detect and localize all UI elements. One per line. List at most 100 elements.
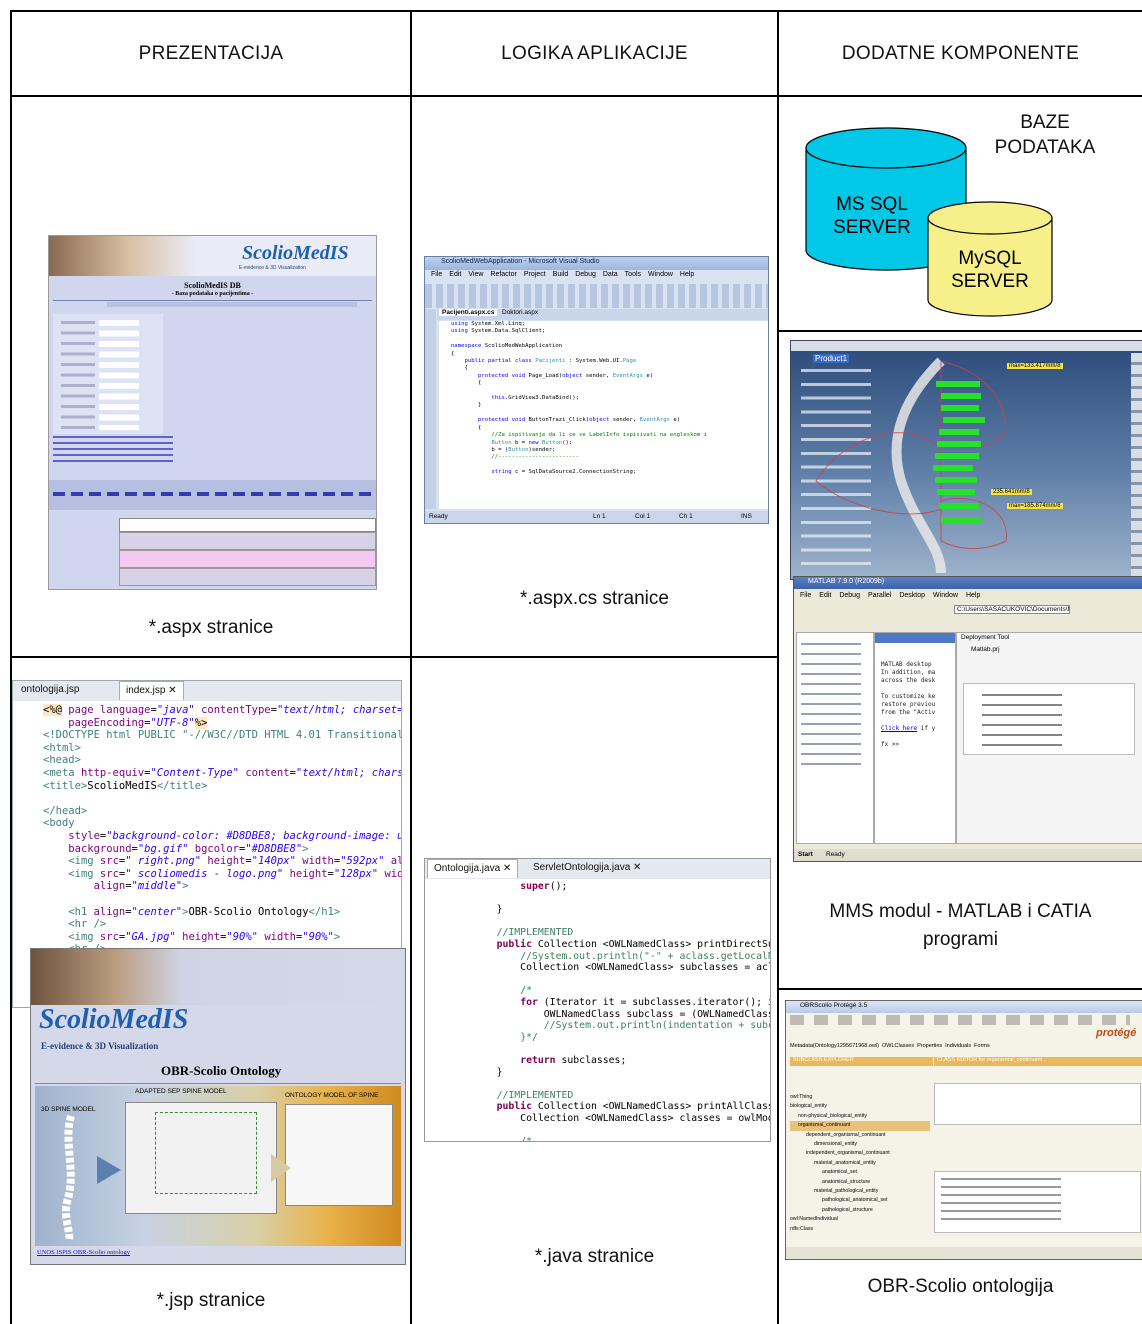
ontology-tree-box: [285, 1104, 393, 1206]
java-tab-servlet[interactable]: ServletOntologija.java ✕: [527, 859, 647, 877]
caption-java: *.java stranice: [534, 1246, 655, 1267]
ontology-logo-sub: E-evidence & 3D Visualization: [41, 1041, 159, 1051]
vs-menu-item-4[interactable]: Project: [524, 271, 546, 282]
protege-tab-0[interactable]: Metadata(Ontology1295671968.owl): [790, 1043, 879, 1053]
caption-mms-line2: programi: [923, 929, 998, 950]
vs-menu-item-3[interactable]: Refactor: [490, 271, 516, 282]
java-tab-ontologija[interactable]: Ontologija.java ✕: [427, 859, 519, 878]
matlab-screenshot: MATLAB 7.9.0 (R2009b) File Edit Debug Paral…: [793, 576, 1142, 862]
mssql-label: MS SQL SERVER: [822, 193, 922, 239]
protege-tree-item[interactable]: dimensional_entity: [790, 1140, 930, 1149]
vs-menu-item-0[interactable]: File: [431, 271, 442, 282]
ontology-diagram-right-label: ONTOLOGY MODEL OF SPINE: [285, 1092, 379, 1099]
vs-menu-item-5[interactable]: Build: [553, 271, 569, 282]
grid-row-divider: [10, 656, 778, 658]
matlab-status-ready: Ready: [826, 851, 845, 858]
protege-tabbar: Metadata(Ontology1295671968.owl) OWLClass…: [790, 1043, 990, 1053]
aspx-table-header-links[interactable]: [53, 492, 371, 496]
java-code: super(); } //IMPLEMENTED public Collecti…: [496, 881, 771, 1142]
grid-col3-divider-a: [778, 330, 1142, 332]
vs-menu-item-6[interactable]: Debug: [575, 271, 596, 282]
protege-tree-item[interactable]: pathological_structure: [790, 1206, 930, 1215]
protege-tree-item[interactable]: independent_organismal_continuant: [790, 1149, 930, 1158]
matlab-menu-item-3[interactable]: Parallel: [868, 592, 891, 599]
protege-tree-item[interactable]: anatomical_set: [790, 1168, 930, 1177]
protege-brand: protégé: [1096, 1027, 1137, 1039]
protege-tree-item[interactable]: owl:NamedIndividual: [790, 1215, 930, 1224]
aspx-grid-row-3: [119, 568, 376, 586]
mysql-label-line2: SERVER: [951, 271, 1029, 292]
aspx-links[interactable]: [53, 436, 173, 466]
vs-menu-item-2[interactable]: View: [468, 271, 483, 282]
jsp-tab-index[interactable]: index.jsp ✕: [119, 681, 184, 700]
vs-menu-item-10[interactable]: Help: [680, 271, 694, 282]
protege-tree-item[interactable]: dependent_organismal_continuant: [790, 1131, 930, 1140]
matlab-statusbar: Start Ready: [794, 849, 1142, 861]
vs-tab-pacijenti[interactable]: Pacijenti.aspx.cs: [439, 309, 498, 316]
matlab-deploy-title: Deployment Tool: [961, 634, 1010, 641]
protege-class-tree: owl:Thing biological_entity non-physical_b…: [790, 1093, 930, 1243]
matlab-start-button[interactable]: Start: [798, 851, 813, 858]
vs-menu-item-8[interactable]: Tools: [625, 271, 641, 282]
matlab-menu-item-2[interactable]: Debug: [839, 592, 860, 599]
protege-tree-item[interactable]: pathological_anatomical_set: [790, 1196, 930, 1205]
aspx-logo: ScolioMedIS: [242, 242, 349, 264]
ontology-page-title: OBR-Scolio Ontology: [161, 1063, 282, 1078]
grid-col2-divider: [777, 10, 779, 1324]
vs-tab-doktori[interactable]: Doktori.aspx: [499, 309, 541, 316]
protege-tab-1[interactable]: OWLClasses: [882, 1043, 914, 1053]
ontology-diagram: ADAPTED SEP SPINE MODEL ONTOLOGY MODEL O…: [35, 1086, 401, 1246]
visual-studio-screenshot: ScolioMedWebApplication - Microsoft Visu…: [424, 256, 769, 524]
caption-mms: MMS modul - MATLAB i CATIA programi: [779, 898, 1142, 954]
matlab-menu-item-5[interactable]: Window: [933, 592, 958, 599]
header-prezentacija: PREZENTACIJA: [138, 43, 284, 64]
protege-tree-item[interactable]: biological_entity: [790, 1102, 930, 1111]
vs-status-ln: Ln 1: [593, 513, 606, 520]
ontology-sep-inner: [155, 1112, 257, 1194]
matlab-menu-item-0[interactable]: File: [800, 592, 811, 599]
ontology-diagram-mid-label: ADAPTED SEP SPINE MODEL: [135, 1088, 227, 1095]
matlab-menu-item-6[interactable]: Help: [966, 592, 980, 599]
protege-tree-item[interactable]: material_anatomical_entity: [790, 1159, 930, 1168]
header-logika: LOGIKA APLIKACIJE: [501, 43, 688, 64]
matlab-menu-item-1[interactable]: Edit: [819, 592, 831, 599]
matlab-menu-item-4[interactable]: Desktop: [899, 592, 925, 599]
vs-statusbar: Ready Ln 1 Col 1 Ch 1 INS: [425, 511, 768, 523]
mssql-label-line2: SERVER: [833, 217, 911, 238]
grid-col3-divider-b: [778, 988, 1142, 990]
protege-tree-item[interactable]: material_pathological_entity: [790, 1187, 930, 1196]
protege-right-header: CLASS EDITOR for organismal_continuant: [934, 1057, 1142, 1066]
ontology-page-screenshot: ScolioMedIS E-evidence & 3D Visualizatio…: [30, 948, 406, 1265]
vs-menu-item-7[interactable]: Data: [603, 271, 618, 282]
ontology-banner: [31, 949, 405, 1005]
protege-tree-item[interactable]: non-physical_biological_entity: [790, 1112, 930, 1121]
protege-tab-4[interactable]: Forms: [974, 1043, 990, 1053]
protege-tree-item[interactable]: organismal_continuant: [790, 1121, 930, 1131]
protege-tree-item[interactable]: owl:Thing: [790, 1093, 930, 1102]
caption-obr: OBR-Scolio ontologija: [867, 1276, 1054, 1297]
vs-menu-item-1[interactable]: Edit: [449, 271, 461, 282]
aspx-grid-row-2: [119, 550, 376, 568]
matlab-current-folder: [796, 632, 874, 844]
catia-screenshot: Product1 max=133.417mm/8 235.641mm/8 max…: [790, 340, 1142, 580]
protege-tree-item[interactable]: anatomical_structure: [790, 1178, 930, 1187]
vs-status-ins: INS: [741, 513, 752, 520]
protege-tree-item[interactable]: rdfs:Class: [790, 1225, 930, 1234]
protege-tab-2[interactable]: Properties: [917, 1043, 942, 1053]
ontology-footer-links[interactable]: UNOS ISPIS OBR-Scolio ontology: [37, 1249, 130, 1256]
matlab-project-name: Matlab.prj: [971, 646, 1000, 653]
matlab-path-field[interactable]: C:\Users\SASACUKOVIC\Documents\MATLAB: [954, 605, 1070, 614]
protege-window-title: OBRScolio Protégé 3.5: [800, 1002, 868, 1009]
vs-toolbar: [425, 284, 768, 308]
jsp-tab-ontologija[interactable]: ontologija.jsp: [15, 681, 85, 699]
vs-menu-item-9[interactable]: Window: [648, 271, 673, 282]
ontology-logo: ScolioMedIS: [39, 1004, 189, 1035]
protege-tab-3[interactable]: Individuals: [945, 1043, 971, 1053]
header-dodatne: DODATNE KOMPONENTE: [841, 43, 1080, 64]
matlab-command-window: MATLAB desktop In addition, ma across th…: [874, 632, 956, 844]
catia-label-top: max=133.417mm/8: [1007, 363, 1063, 369]
aspx-form-fields: [99, 320, 139, 430]
java-tabbar: Ontologija.java ✕ ServletOntologija.java…: [425, 859, 770, 879]
matlab-toolbar: C:\Users\SASACUKOVIC\Documents\MATLAB: [794, 604, 1142, 618]
aspx-grid-head: [119, 518, 376, 532]
